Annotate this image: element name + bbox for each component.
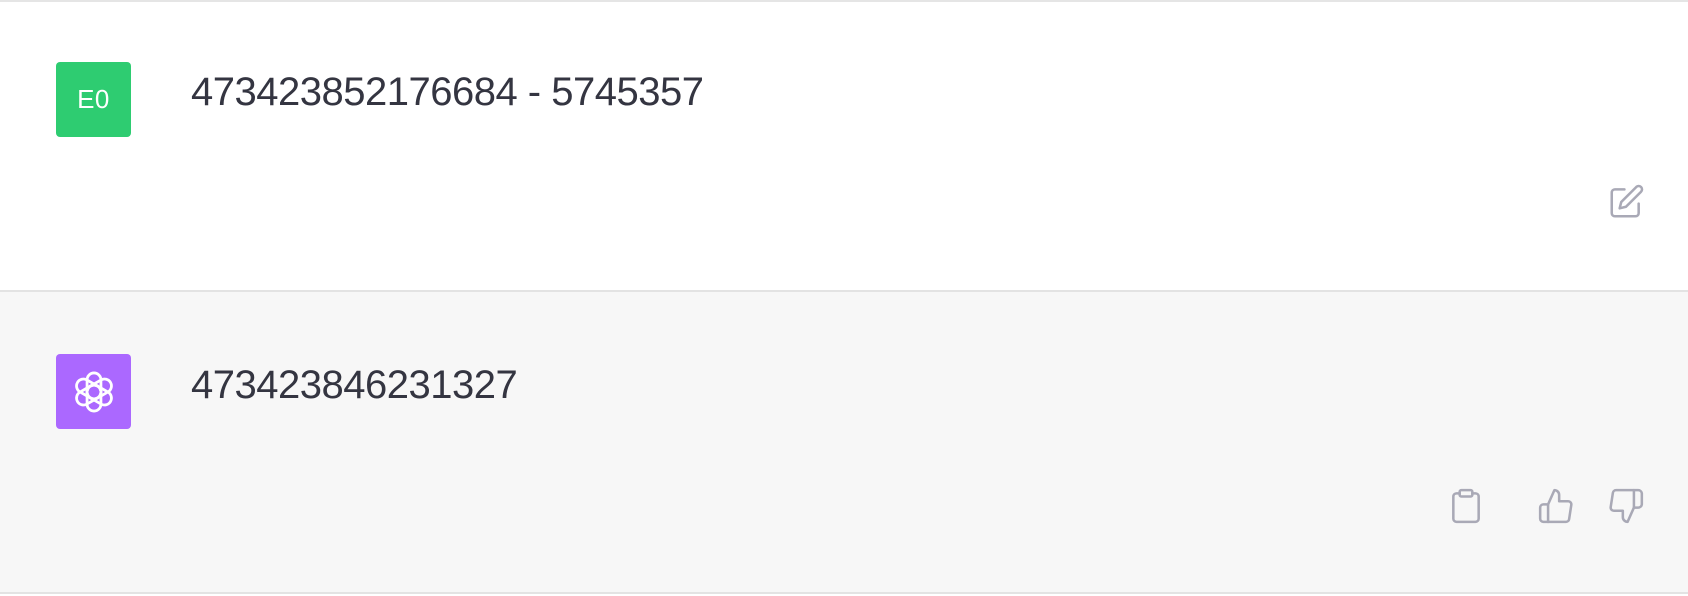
assistant-message-text: 473423846231327 xyxy=(191,363,518,407)
user-message: E0 473423852176684 - 5745357 xyxy=(0,2,1688,292)
copy-button[interactable] xyxy=(1444,484,1488,528)
thumbs-down-icon xyxy=(1609,488,1644,524)
pencil-square-icon xyxy=(1610,184,1644,218)
clipboard-icon xyxy=(1452,488,1480,524)
thumbs-down-button[interactable] xyxy=(1604,484,1648,528)
assistant-message: 473423846231327 xyxy=(0,292,1688,594)
chat-thread: E0 473423852176684 - 5745357 47342384623… xyxy=(0,0,1688,596)
edit-message-button[interactable] xyxy=(1604,180,1648,224)
user-avatar-initials: E0 xyxy=(77,84,110,114)
openai-logo-icon xyxy=(74,371,113,412)
assistant-avatar xyxy=(56,354,131,429)
thumbs-up-button[interactable] xyxy=(1534,484,1578,528)
user-message-text: 473423852176684 - 5745357 xyxy=(191,70,704,114)
thumbs-up-icon xyxy=(1538,488,1573,524)
user-avatar: E0 xyxy=(56,62,131,137)
